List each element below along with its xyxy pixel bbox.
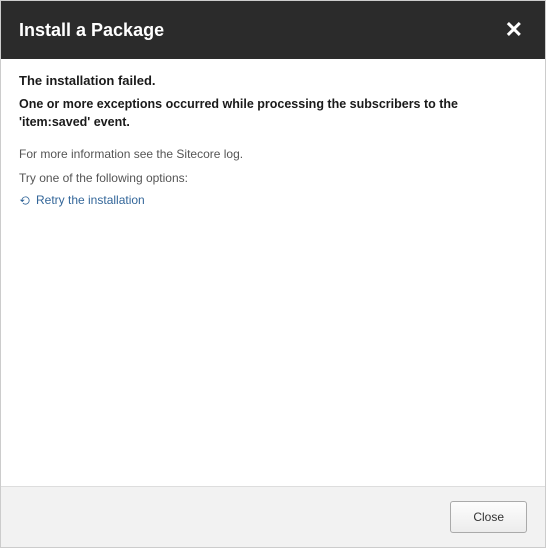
error-message: One or more exceptions occurred while pr…: [19, 96, 527, 131]
install-package-dialog: Install a Package ✕ The installation fai…: [0, 0, 546, 548]
refresh-icon: [19, 194, 32, 207]
close-icon[interactable]: ✕: [501, 17, 527, 43]
dialog-body: The installation failed. One or more exc…: [1, 59, 545, 486]
error-heading: The installation failed.: [19, 73, 527, 88]
info-text: For more information see the Sitecore lo…: [19, 147, 527, 161]
options-text: Try one of the following options:: [19, 171, 527, 185]
retry-label: Retry the installation: [36, 193, 145, 207]
dialog-footer: Close: [1, 486, 545, 547]
dialog-title: Install a Package: [19, 20, 164, 41]
retry-link[interactable]: Retry the installation: [19, 193, 145, 207]
close-button[interactable]: Close: [450, 501, 527, 533]
dialog-header: Install a Package ✕: [1, 1, 545, 59]
